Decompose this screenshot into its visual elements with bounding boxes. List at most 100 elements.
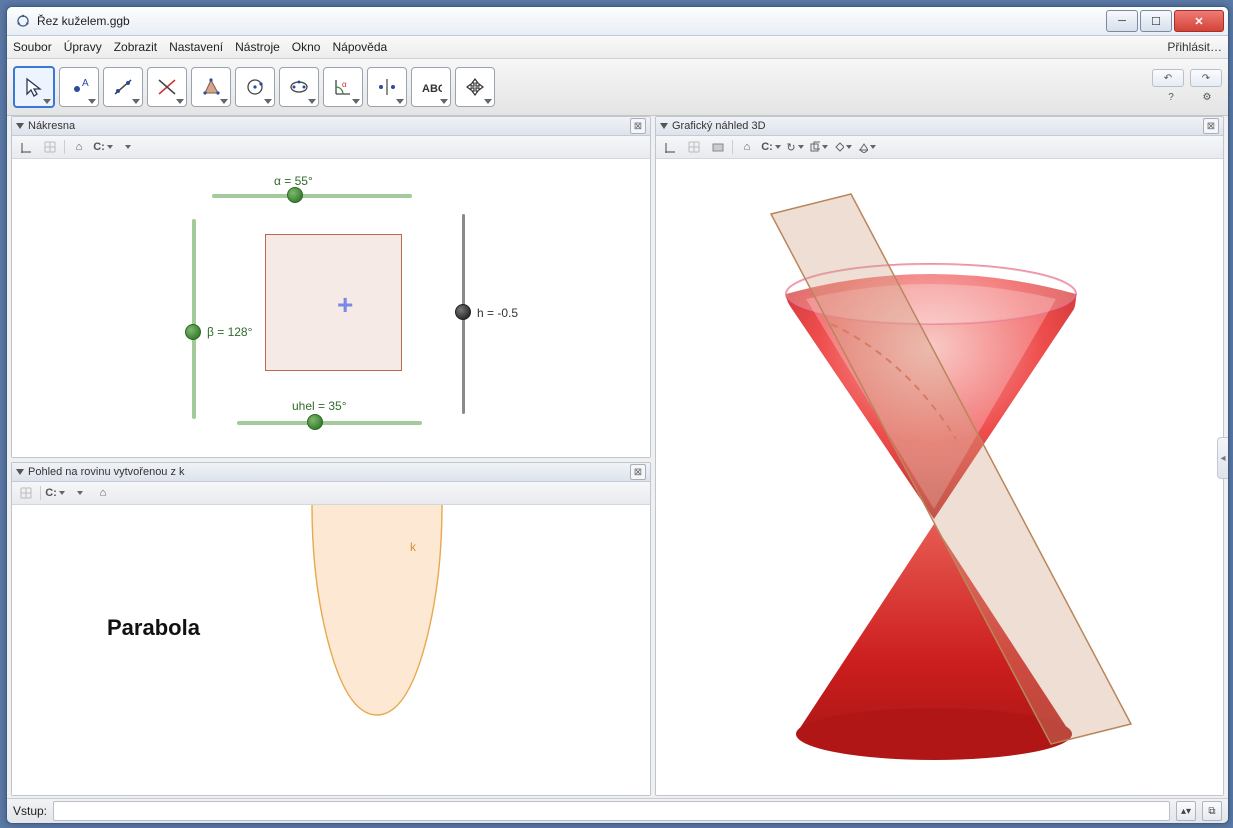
curve-label: k xyxy=(410,540,416,554)
graphics-canvas[interactable]: α = 55° β = 128° + h = -0.5 uhel = 35° xyxy=(12,159,650,457)
panel-planeview-header[interactable]: Pohled na rovinu vytvořenou z k ⊠ xyxy=(12,463,650,482)
settings-icon[interactable]: ⚙ xyxy=(1192,89,1222,105)
panel-graphics-close[interactable]: ⊠ xyxy=(630,118,646,134)
menubar: Soubor Úpravy Zobrazit Nastavení Nástroj… xyxy=(7,36,1228,59)
slider-alpha-track[interactable] xyxy=(212,194,412,198)
inputbar-label: Vstup: xyxy=(13,804,47,818)
menu-window[interactable]: Okno xyxy=(292,40,321,54)
rectangle-shape[interactable] xyxy=(265,234,402,371)
tool-line[interactable] xyxy=(103,67,143,107)
panel-graphics-header[interactable]: Nákresna ⊠ xyxy=(12,117,650,136)
app-icon xyxy=(15,13,31,29)
panel-3d: Grafický náhled 3D ⊠ ⌂ C: ↻ xyxy=(655,116,1224,796)
tool-point[interactable]: A xyxy=(59,67,99,107)
grid-toggle-icon[interactable] xyxy=(16,484,36,502)
maximize-button[interactable]: ☐ xyxy=(1140,10,1172,32)
tool-perpendicular[interactable] xyxy=(147,67,187,107)
svg-text:A: A xyxy=(82,78,89,89)
viewbar-more-icon[interactable] xyxy=(69,484,89,502)
menu-file[interactable]: Soubor xyxy=(13,40,52,54)
clipping-icon[interactable] xyxy=(833,138,853,156)
panel-planeview-title: Pohled na rovinu vytvořenou z k xyxy=(28,466,185,478)
inputbar-dropdown-icon[interactable]: ▴▾ xyxy=(1176,801,1196,821)
axes-toggle-icon[interactable] xyxy=(660,138,680,156)
tool-circle[interactable] xyxy=(235,67,275,107)
menu-signin[interactable]: Přihlásit… xyxy=(1167,40,1222,54)
window-title: Řez kuželem.ggb xyxy=(37,14,1106,28)
slider-uhel-track[interactable] xyxy=(237,421,422,425)
viewbar-more-icon[interactable] xyxy=(117,138,137,156)
grid-toggle-icon[interactable] xyxy=(40,138,60,156)
menu-options[interactable]: Nastavení xyxy=(169,40,223,54)
graphics-viewbar: ⌂ C: xyxy=(12,136,650,159)
slider-beta-knob[interactable] xyxy=(185,324,201,340)
capture-icon[interactable]: C: xyxy=(93,138,113,156)
toolbar-right: ↶ ↷ ? ⚙ xyxy=(1152,69,1222,105)
tool-move[interactable] xyxy=(13,66,55,108)
view3d-canvas[interactable] xyxy=(656,159,1223,795)
app-window: Řez kuželem.ggb ─ ☐ ✕ Soubor Úpravy Zobr… xyxy=(6,6,1229,824)
menu-view[interactable]: Zobrazit xyxy=(114,40,157,54)
close-button[interactable]: ✕ xyxy=(1174,10,1224,32)
slider-beta-label: β = 128° xyxy=(207,325,252,339)
home-icon[interactable]: ⌂ xyxy=(69,138,89,156)
home-icon[interactable]: ⌂ xyxy=(737,138,757,156)
slider-uhel-knob[interactable] xyxy=(307,414,323,430)
toolbar: A α ABC ↶ ↷ ? ⚙ xyxy=(7,59,1228,116)
slider-uhel-label: uhel = 35° xyxy=(292,399,347,413)
minimize-button[interactable]: ─ xyxy=(1106,10,1138,32)
slider-h-knob[interactable] xyxy=(455,304,471,320)
curve-type-label: Parabola xyxy=(107,615,200,641)
capture-icon[interactable]: C: xyxy=(761,138,781,156)
collapse-icon xyxy=(16,123,24,129)
collapse-icon xyxy=(660,123,668,129)
plane-toggle-icon[interactable] xyxy=(708,138,728,156)
projection-icon[interactable] xyxy=(809,138,829,156)
slider-h-label: h = -0.5 xyxy=(477,306,518,320)
home-icon[interactable]: ⌂ xyxy=(93,484,113,502)
titlebar: Řez kuželem.ggb ─ ☐ ✕ xyxy=(7,7,1228,36)
panel-planeview-close[interactable]: ⊠ xyxy=(630,464,646,480)
redo-button[interactable]: ↷ xyxy=(1190,69,1222,87)
svg-text:α: α xyxy=(342,80,347,89)
panel-planeview: Pohled na rovinu vytvořenou z k ⊠ C: ⌂ k… xyxy=(11,462,651,796)
view-direction-icon[interactable] xyxy=(857,138,877,156)
tool-reflect[interactable] xyxy=(367,67,407,107)
menu-edit[interactable]: Úpravy xyxy=(64,40,102,54)
side-handle[interactable]: ◂ xyxy=(1217,437,1228,479)
capture-icon[interactable]: C: xyxy=(45,484,65,502)
panel-3d-title: Grafický náhled 3D xyxy=(672,120,766,132)
svg-text:ABC: ABC xyxy=(422,83,442,95)
command-input[interactable] xyxy=(53,801,1170,821)
tool-angle[interactable]: α xyxy=(323,67,363,107)
panel-graphics-title: Nákresna xyxy=(28,120,75,132)
content: Nákresna ⊠ ⌂ C: α = 55° xyxy=(7,116,1228,798)
help-icon[interactable]: ? xyxy=(1156,89,1186,105)
panel-graphics: Nákresna ⊠ ⌂ C: α = 55° xyxy=(11,116,651,458)
rotate-icon[interactable]: ↻ xyxy=(785,138,805,156)
tool-text[interactable]: ABC xyxy=(411,67,451,107)
grid-toggle-icon[interactable] xyxy=(684,138,704,156)
panel-3d-close[interactable]: ⊠ xyxy=(1203,118,1219,134)
menu-help[interactable]: Nápověda xyxy=(332,40,387,54)
panel-3d-header[interactable]: Grafický náhled 3D ⊠ xyxy=(656,117,1223,136)
undo-button[interactable]: ↶ xyxy=(1152,69,1184,87)
tool-ellipse[interactable] xyxy=(279,67,319,107)
planeview-viewbar: C: ⌂ xyxy=(12,482,650,505)
axes-toggle-icon[interactable] xyxy=(16,138,36,156)
tool-polygon[interactable] xyxy=(191,67,231,107)
slider-beta-track[interactable] xyxy=(192,219,196,419)
input-bar: Vstup: ▴▾ ⧉ xyxy=(7,798,1228,823)
slider-alpha-label: α = 55° xyxy=(274,174,313,188)
window-buttons: ─ ☐ ✕ xyxy=(1106,10,1224,32)
view3d-viewbar: ⌂ C: ↻ xyxy=(656,136,1223,159)
slider-alpha-knob[interactable] xyxy=(287,187,303,203)
origin-cross-icon: + xyxy=(337,289,353,321)
left-column: Nákresna ⊠ ⌂ C: α = 55° xyxy=(11,116,651,796)
collapse-icon xyxy=(16,469,24,475)
right-column: Grafický náhled 3D ⊠ ⌂ C: ↻ xyxy=(655,116,1224,796)
planeview-canvas[interactable]: k Parabola xyxy=(12,505,650,795)
menu-tools[interactable]: Nástroje xyxy=(235,40,280,54)
inputbar-help-icon[interactable]: ⧉ xyxy=(1202,801,1222,821)
tool-move-view[interactable] xyxy=(455,67,495,107)
